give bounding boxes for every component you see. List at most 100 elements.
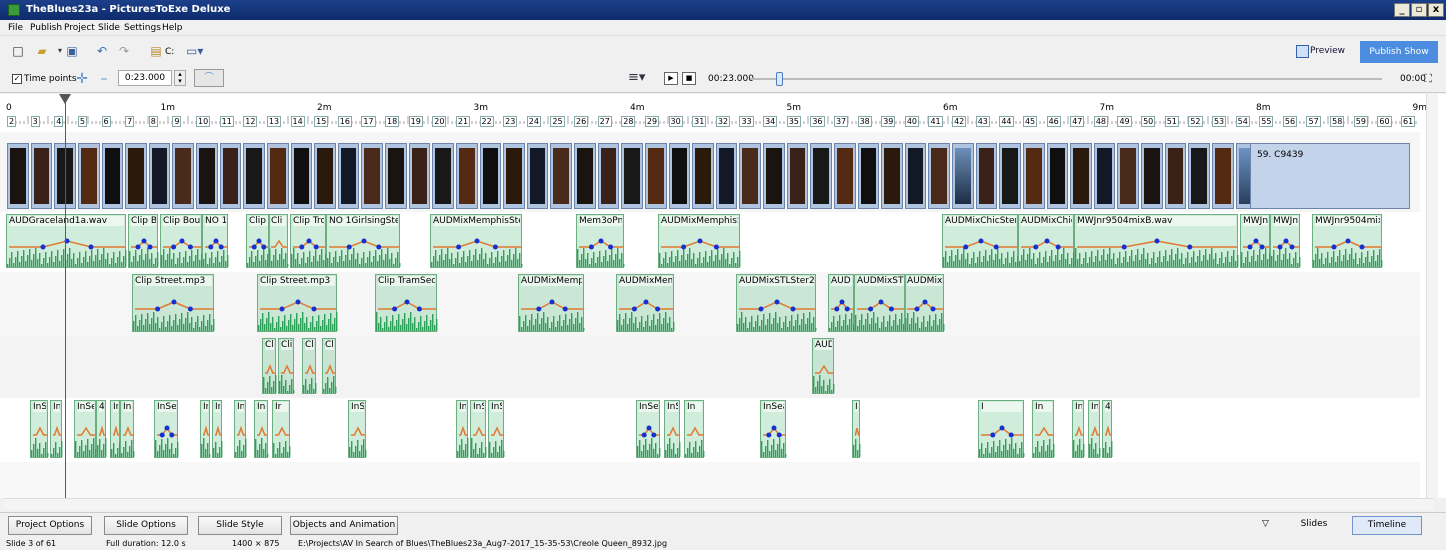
slide-marker[interactable]: 26 <box>574 116 589 127</box>
audio-clip[interactable]: Mem3oPno <box>576 214 625 268</box>
slide-thumbnail[interactable] <box>172 143 194 209</box>
slide-marker[interactable]: 42 <box>952 116 967 127</box>
slide-thumbnail[interactable] <box>337 143 360 209</box>
audio-clip[interactable]: Clip Street.mp3 <box>132 274 215 332</box>
slide-thumbnail[interactable] <box>77 143 100 209</box>
slide-thumbnail[interactable] <box>526 143 549 209</box>
slides-tab[interactable]: Slides <box>1280 516 1348 535</box>
slide-thumbnail[interactable] <box>101 143 124 209</box>
slide-marker[interactable]: 4 <box>54 116 64 127</box>
drive-icon[interactable]: ▤ <box>148 43 164 59</box>
time-points-checkbox[interactable]: ✓ <box>12 74 22 84</box>
slide-style-button[interactable]: Slide Style <box>198 516 282 535</box>
slide-marker[interactable]: 9 <box>172 116 182 127</box>
slide-options-button[interactable]: Slide Options <box>104 516 188 535</box>
slide-marker[interactable]: 3 <box>30 116 40 127</box>
audio-clip[interactable]: InS <box>348 400 367 458</box>
horizontal-scrollbar[interactable] <box>4 498 1434 510</box>
undo-icon[interactable]: ↶ <box>94 43 110 59</box>
new-file-icon[interactable]: □ <box>10 43 26 59</box>
slide-thumbnail[interactable] <box>1117 143 1140 209</box>
slide-thumbnail[interactable] <box>1141 143 1163 209</box>
time-input[interactable]: 0:23.000 <box>118 70 172 86</box>
slide-thumbnail[interactable] <box>432 143 454 209</box>
menu-file[interactable]: File <box>8 23 23 33</box>
expand-triangle-icon[interactable]: ▽ <box>1262 519 1269 529</box>
audio-clip[interactable]: Clip Tro <box>290 214 327 268</box>
redo-icon[interactable]: ↷ <box>116 43 132 59</box>
slide-marker[interactable]: 12 <box>243 116 258 127</box>
slide-thumbnail[interactable] <box>503 143 525 209</box>
audio-clip[interactable]: AUDGraceland1a.wav <box>6 214 127 268</box>
slide-marker[interactable]: 35 <box>786 116 801 127</box>
slide-thumbnail[interactable] <box>786 143 809 209</box>
slide-marker[interactable]: 16 <box>337 116 352 127</box>
audio-clip[interactable]: In <box>212 400 223 458</box>
slide-marker[interactable]: 56 <box>1282 116 1298 127</box>
slide-thumbnail[interactable] <box>1093 143 1116 209</box>
slide-thumbnail[interactable] <box>597 143 620 209</box>
slide-thumbnail[interactable] <box>668 143 691 209</box>
project-options-button[interactable]: Project Options <box>8 516 92 535</box>
audio-clip[interactable]: AUDMixMemphisS <box>658 214 741 268</box>
slide-thumbnail-selected[interactable]: 59. C9439 <box>1250 143 1410 209</box>
audio-clip[interactable]: Clip <box>278 338 295 394</box>
slide-marker[interactable]: 48 <box>1093 116 1109 127</box>
playback-slider-handle[interactable] <box>776 72 783 86</box>
preview-button[interactable]: Preview <box>1296 42 1346 60</box>
slide-thumbnail[interactable] <box>952 143 974 209</box>
slide-marker[interactable]: 10 <box>196 116 211 127</box>
view-mode-icon[interactable]: ▭▾ <box>186 43 203 59</box>
slide-thumbnail[interactable] <box>314 143 336 209</box>
slide-marker[interactable]: 2 <box>7 116 17 127</box>
slide-marker[interactable]: 20 <box>432 116 447 127</box>
slide-thumbnail[interactable] <box>1211 143 1234 209</box>
audio-clip[interactable]: InSe <box>456 400 469 458</box>
audio-clip[interactable]: In <box>120 400 135 458</box>
slide-thumbnail[interactable] <box>148 143 171 209</box>
timeline-tab[interactable]: Timeline <box>1352 516 1422 535</box>
slide-thumbnail[interactable] <box>975 143 998 209</box>
slide-marker[interactable]: 53 <box>1211 116 1227 127</box>
publish-show-button[interactable]: Publish Show <box>1360 41 1438 63</box>
audio-clip[interactable]: Ir <box>110 400 121 458</box>
slide-thumbnail[interactable] <box>361 143 384 209</box>
audio-clip[interactable]: AUDMixSTLSter2.v <box>736 274 817 332</box>
audio-clip[interactable]: Ins <box>1088 400 1101 458</box>
slide-thumbnail[interactable] <box>763 143 785 209</box>
menu-slide[interactable]: Slide <box>98 23 120 33</box>
slide-marker[interactable]: 18 <box>385 116 400 127</box>
audio-clip[interactable]: InSe <box>636 400 661 458</box>
slide-marker[interactable]: 50 <box>1141 116 1156 127</box>
fullscreen-icon[interactable]: ⛶ <box>1420 71 1436 87</box>
slide-thumbnail[interactable] <box>479 143 502 209</box>
audio-clip[interactable]: 4CH0 <box>1102 400 1113 458</box>
audio-clip[interactable]: InSe <box>664 400 681 458</box>
slide-thumbnail[interactable] <box>1022 143 1045 209</box>
audio-clip[interactable]: 4C <box>96 400 107 458</box>
slide-marker[interactable]: 29 <box>644 116 660 127</box>
slide-thumbnail[interactable] <box>196 143 218 209</box>
close-button[interactable]: x <box>1428 3 1444 17</box>
audio-clip[interactable]: Clip Blu <box>128 214 159 268</box>
audio-clip[interactable]: AUD <box>828 274 855 332</box>
curve-mode-icon[interactable]: ⌒ <box>194 69 224 87</box>
slide-marker[interactable]: 38 <box>857 116 872 127</box>
audio-clip[interactable]: MWJnr9 <box>1240 214 1271 268</box>
slide-thumbnail[interactable] <box>692 143 714 209</box>
slide-thumbnail[interactable] <box>408 143 431 209</box>
slide-marker[interactable]: 11 <box>219 116 234 127</box>
audio-clip[interactable]: Ir <box>272 400 291 458</box>
slide-marker[interactable]: 52 <box>1188 116 1203 127</box>
slide-thumbnail[interactable] <box>857 143 880 209</box>
slide-thumbnail[interactable] <box>881 143 903 209</box>
menu-project[interactable]: Project <box>64 23 95 33</box>
audio-clip[interactable]: InS <box>30 400 49 458</box>
menu-icon[interactable]: ≡▾ <box>628 70 645 86</box>
audio-clip[interactable]: In <box>1032 400 1055 458</box>
open-folder-icon[interactable]: ▰ <box>34 43 50 59</box>
playback-slider-track[interactable] <box>750 78 1382 80</box>
audio-clip[interactable]: Clip <box>262 338 277 394</box>
slide-marker[interactable]: 54 <box>1235 116 1250 127</box>
audio-clip[interactable]: MWJnr9504mixE <box>1312 214 1383 268</box>
